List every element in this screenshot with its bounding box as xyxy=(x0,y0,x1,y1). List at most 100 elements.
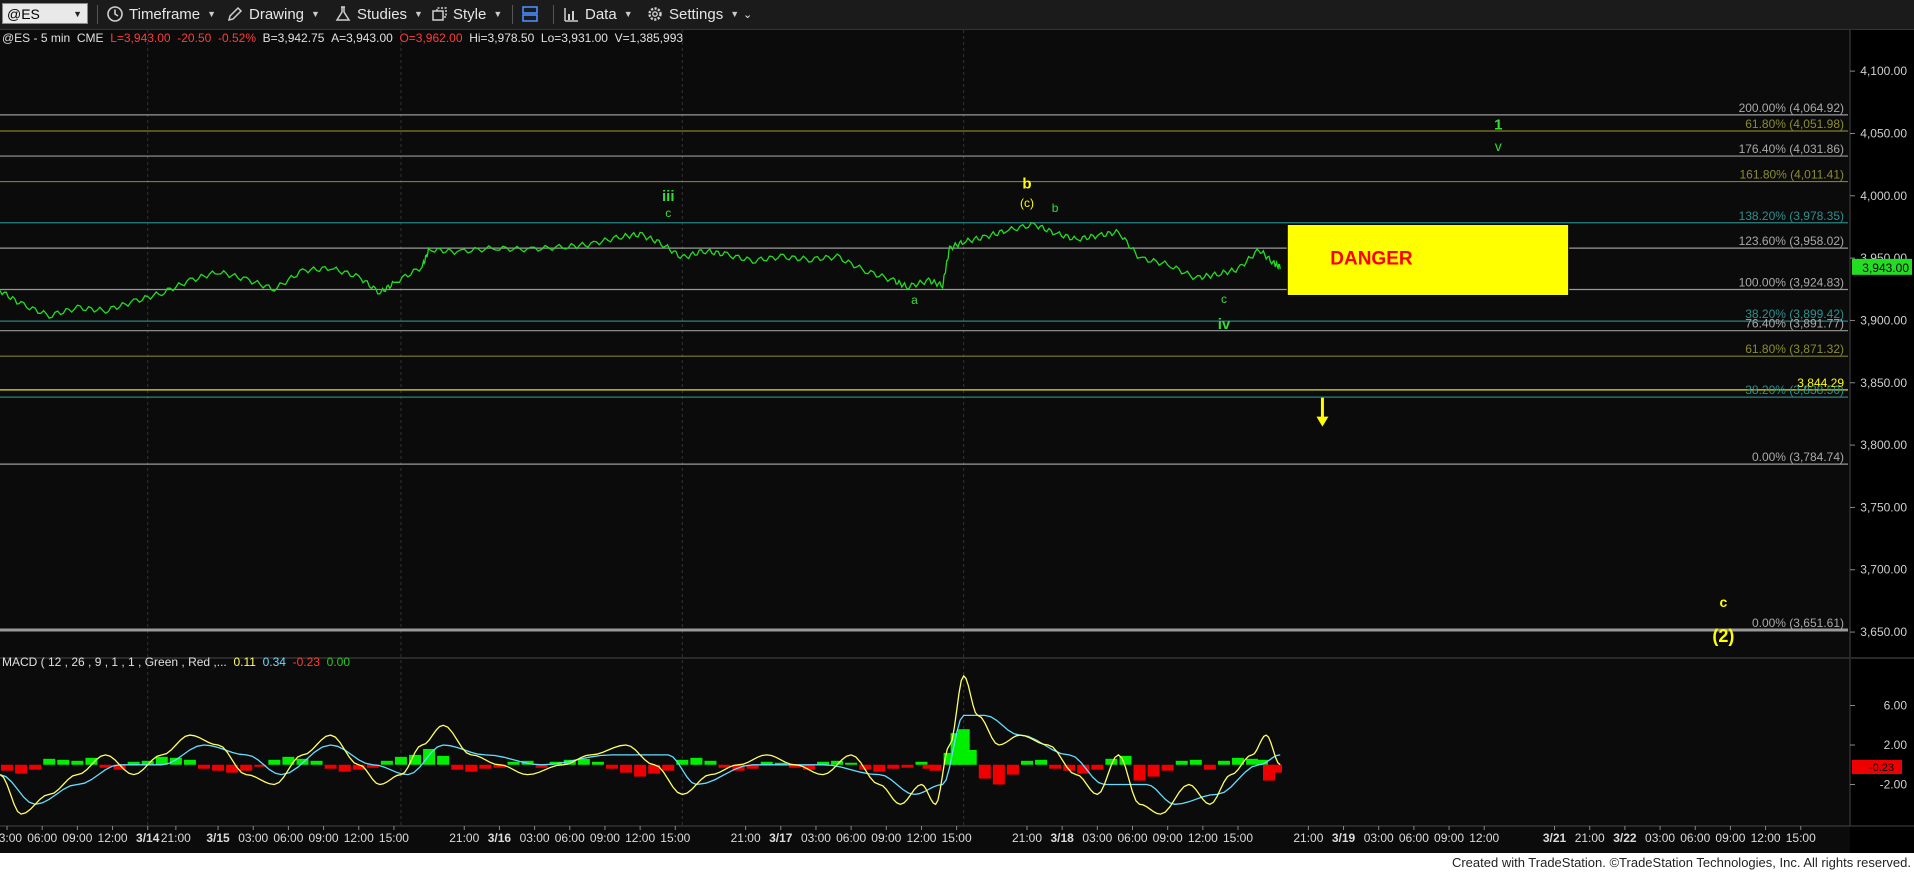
timeframe-menu[interactable]: Timeframe ▼ xyxy=(106,4,216,24)
y-tick-label: 3,750.00 xyxy=(1860,500,1907,514)
macd-histogram-bar xyxy=(662,764,675,771)
y-tick-label: 3,700.00 xyxy=(1860,563,1907,577)
style-menu[interactable]: Style ▼ xyxy=(430,4,502,24)
chart-canvas: 200.00% (4,064.92)61.80% (4,051.98)176.4… xyxy=(0,30,1914,853)
wave-label: (c) xyxy=(1020,196,1034,210)
fib-level-label: 61.80% (3,871.32) xyxy=(1745,342,1844,356)
x-tick-label: 3/18 xyxy=(1050,831,1074,845)
settings-menu[interactable]: Settings ▼ xyxy=(646,4,739,24)
danger-label: DANGER xyxy=(1330,248,1413,269)
wave-label: b xyxy=(1022,175,1031,192)
data-menu[interactable]: Data ▼ xyxy=(562,4,633,24)
wave-label: b xyxy=(1052,201,1059,215)
macd-histogram-bar xyxy=(324,764,337,769)
macd-histogram-bar xyxy=(634,764,647,777)
symbol-value: @ES xyxy=(7,5,40,22)
x-tick-label: 06:00 xyxy=(1117,831,1147,845)
studies-menu[interactable]: Studies ▼ xyxy=(334,4,423,24)
x-tick-label: 03:00 xyxy=(0,831,22,845)
bar-chart-icon xyxy=(564,8,578,22)
x-tick-label: 15:00 xyxy=(1223,831,1253,845)
flask-icon xyxy=(335,6,351,21)
macd-histogram-bar xyxy=(1147,764,1160,777)
x-tick-label: 03:00 xyxy=(238,831,268,845)
macd-histogram-bar xyxy=(1133,764,1146,781)
macd-value: MACD ( 12 , 26 , 9 , 1 , 1 , Green , Red… xyxy=(2,655,233,669)
chevron-down-icon: ▼ xyxy=(623,9,633,19)
macd-histogram-bar xyxy=(338,764,351,772)
toolbar-separator xyxy=(553,5,554,24)
x-tick-label: 06:00 xyxy=(555,831,585,845)
toolbar-overflow[interactable]: ⌄ xyxy=(743,4,752,24)
footer-bar: Created with TradeStation. ©TradeStation… xyxy=(0,853,1914,873)
x-tick-label: 03:00 xyxy=(801,831,831,845)
quote-field: Hi=3,978.50 xyxy=(469,31,541,45)
x-tick-label: 21:00 xyxy=(1293,831,1323,845)
x-tick-label: 21:00 xyxy=(731,831,761,845)
macd-histogram-bar xyxy=(873,764,886,772)
x-tick-label: 12:00 xyxy=(625,831,655,845)
macd-histogram-bar xyxy=(380,760,393,765)
macd-histogram-bar xyxy=(1161,764,1174,771)
drawing-menu[interactable]: Drawing ▼ xyxy=(226,4,320,24)
macd-histogram-bar xyxy=(1217,760,1230,765)
chevron-down-icon: ▼ xyxy=(730,9,740,19)
y-tick-label: 3,800.00 xyxy=(1860,438,1907,452)
macd-histogram-bar xyxy=(915,761,928,765)
macd-histogram-bar xyxy=(1270,764,1283,773)
x-tick-label: 03:00 xyxy=(520,831,550,845)
quote-field: O=3,962.00 xyxy=(399,31,469,45)
wave-label: c xyxy=(1719,594,1727,610)
macd-histogram-bar xyxy=(85,757,98,765)
x-tick-label: 06:00 xyxy=(27,831,57,845)
fib-level-label: 76.40% (3,891.77) xyxy=(1745,317,1844,331)
x-tick-label: 3/15 xyxy=(206,831,230,845)
x-tick-label: 03:00 xyxy=(1082,831,1112,845)
y-tick-label: 3,900.00 xyxy=(1860,313,1907,327)
wave-label: c xyxy=(665,206,671,220)
x-tick-label: 21:00 xyxy=(449,831,479,845)
macd-histogram-bar xyxy=(197,764,210,769)
macd-histogram-bar xyxy=(451,764,464,770)
quote-field: V=1,385,993 xyxy=(615,31,684,45)
toolbar-separator xyxy=(97,5,98,24)
x-tick-label: 12:00 xyxy=(1469,831,1499,845)
macd-histogram-bar xyxy=(887,764,900,769)
wave-label: v xyxy=(1495,138,1502,154)
x-tick-label: 12:00 xyxy=(906,831,936,845)
x-tick-label: 15:00 xyxy=(942,831,972,845)
x-tick-label: 06:00 xyxy=(836,831,866,845)
quote-header: @ES - 5 min CME L=3,943.00 -20.50 -0.52%… xyxy=(2,31,683,45)
macd-histogram-bar xyxy=(437,755,450,765)
y-tick-label: 3,850.00 xyxy=(1860,376,1907,390)
symbol-selector[interactable]: @ES ▼ xyxy=(2,3,88,24)
x-tick-label: 21:00 xyxy=(161,831,191,845)
macd-histogram-bar xyxy=(465,764,478,772)
chevron-down-icon: ▼ xyxy=(207,9,217,19)
macd-histogram-bar xyxy=(1049,764,1062,769)
chevron-down-icon: ▼ xyxy=(414,9,423,19)
studies-label: Studies xyxy=(357,5,408,23)
x-tick-label: 06:00 xyxy=(1399,831,1429,845)
macd-value: 0.34 xyxy=(263,655,293,669)
chart-toolbar: @ES ▼ Timeframe ▼ Drawing ▼ Studies ▼ St… xyxy=(0,0,1914,30)
macd-histogram-bar xyxy=(212,764,225,771)
gear-icon xyxy=(648,7,662,21)
macd-histogram-bar xyxy=(1189,759,1202,765)
x-tick-label: 15:00 xyxy=(1786,831,1816,845)
macd-histogram-bar xyxy=(620,764,633,773)
fib-level-label: 61.80% (4,051.98) xyxy=(1745,117,1844,131)
macd-histogram-bar xyxy=(1091,764,1104,770)
x-tick-label: 12:00 xyxy=(1751,831,1781,845)
layout-button[interactable] xyxy=(521,4,544,24)
y-tick-label: 4,000.00 xyxy=(1860,189,1907,203)
toolbar-separator xyxy=(512,5,513,24)
macd-histogram-bar xyxy=(29,764,42,770)
y-tick-label: 3,650.00 xyxy=(1860,625,1907,639)
x-tick-label: 3/14 xyxy=(136,831,160,845)
macd-histogram-bar xyxy=(1020,760,1033,765)
x-tick-label: 09:00 xyxy=(590,831,620,845)
macd-histogram-bar xyxy=(964,749,977,765)
chevron-down-icon: ⌄ xyxy=(743,8,753,21)
x-tick-label: 15:00 xyxy=(660,831,690,845)
